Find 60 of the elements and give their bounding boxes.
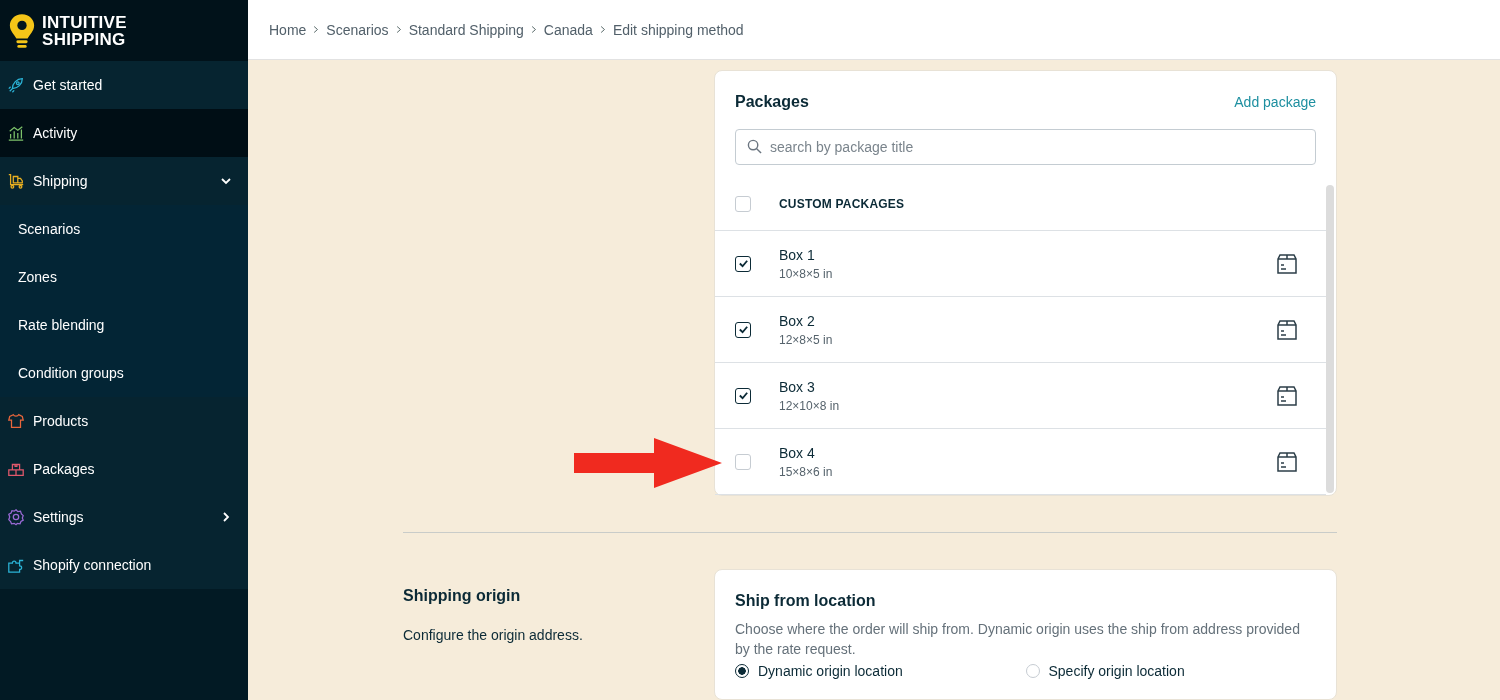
package-name: Box 2 [779,312,816,329]
sidebar-subitem[interactable]: Zones [0,253,248,301]
package-name: Box 1 [779,246,816,263]
package-size: 12×10×8 in [779,398,841,413]
breadcrumb-link[interactable]: Edit shipping method [612,21,744,38]
sidebar-item[interactable]: Activity [0,109,248,157]
chevron-right-icon [313,25,320,34]
box-icon [1276,384,1298,407]
package-size: 12×8×5 in [779,332,834,347]
gear-icon [7,508,25,526]
sidebar-subitem[interactable]: Condition groups [0,349,248,397]
package-name: Box 3 [779,378,816,395]
radio-button[interactable] [735,664,749,678]
sidebar-item[interactable]: Get started [0,61,248,109]
breadcrumb-link[interactable]: Canada [543,21,593,38]
box-icon [1276,318,1298,341]
sidebar-item[interactable]: Packages [0,445,248,493]
logo-text: INTUITIVE SHIPPING [42,13,127,48]
chevron-right-icon [530,25,537,34]
scrollbar-thumb[interactable] [1326,185,1334,493]
section-title: Shipping origin [403,587,522,605]
chevron-right-icon [395,25,402,34]
check-icon [737,258,749,269]
box-icon [1276,252,1298,275]
section-description: Configure the origin address. [403,627,584,643]
breadcrumb-link[interactable]: Home [269,21,307,38]
card-title: Ship from location [735,592,877,610]
sidebar-item[interactable]: Shopify connection [0,541,248,589]
package-size: 15×8×6 in [779,464,834,479]
chevron-right-icon [599,25,606,34]
sidebar-item[interactable]: Products [0,397,248,445]
add-package-link[interactable]: Add package [1234,94,1316,110]
check-icon [737,324,749,335]
breadcrumb-link[interactable]: Standard Shipping [408,21,524,38]
radio-label: Dynamic origin location [758,663,903,679]
chevron-down-icon [220,175,232,187]
chart-icon [7,124,25,142]
radio-label: Specify origin location [1048,663,1185,679]
shirt-icon [7,412,25,430]
breadcrumb-link[interactable]: Scenarios [326,21,389,38]
chevron-right-icon [220,511,232,523]
rocket-icon [7,76,25,94]
card-title: Packages [735,93,809,111]
sidebar-item[interactable]: Settings [0,493,248,541]
lightbulb-pin-icon [8,11,36,50]
sidebar-item[interactable]: Shipping [0,157,248,205]
search-field[interactable]: search by package title [735,129,1316,165]
box-icon [1276,450,1298,473]
package-checkbox[interactable] [735,387,751,404]
check-icon [737,390,749,401]
package-checkbox[interactable] [735,255,751,272]
sidebar-subitem[interactable]: Rate blending [0,301,248,349]
package-checkbox[interactable] [735,321,751,338]
column-header: CUSTOM PACKAGES [779,196,905,211]
select-all-checkbox[interactable] [735,195,751,212]
truck-icon [7,172,25,190]
package-size: 10×8×5 in [779,266,834,281]
card-description: Choose where the order will ship from. Dynamic origin uses the ship from address provided by the rate request. [735,620,1301,659]
sidebar-subitem[interactable]: Scenarios [0,205,248,253]
package-name: Box 4 [779,444,816,461]
